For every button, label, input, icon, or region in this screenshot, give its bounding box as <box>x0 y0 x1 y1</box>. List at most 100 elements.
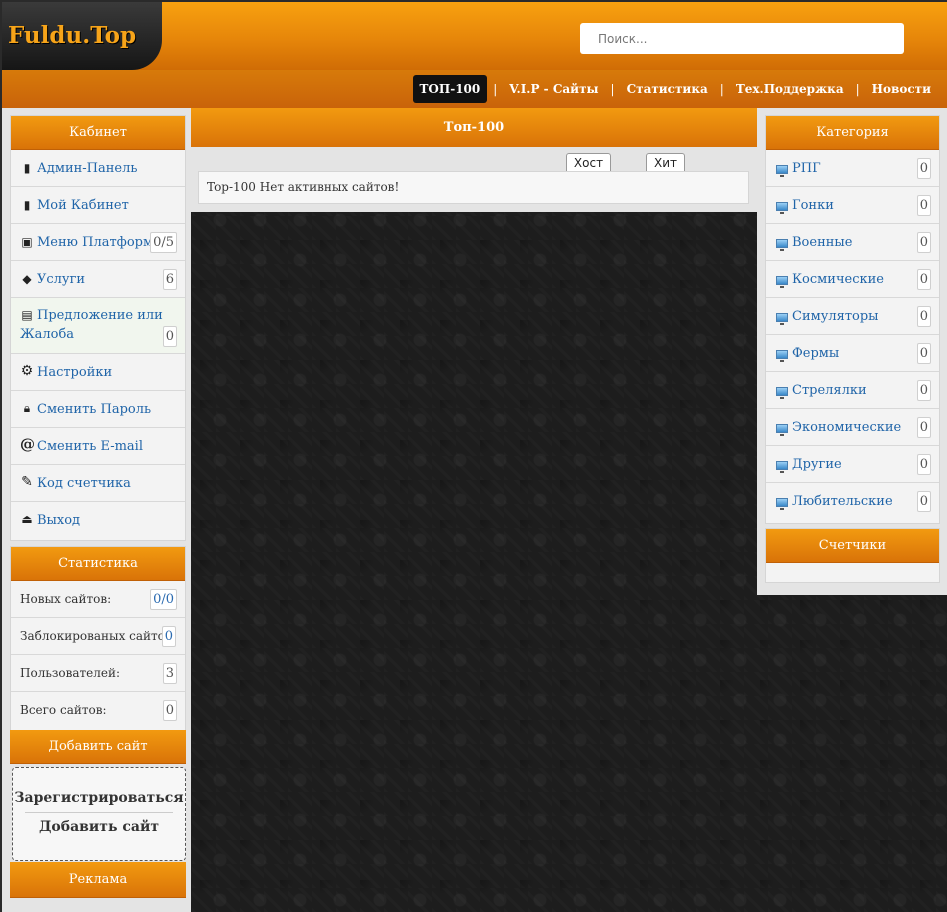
category-count: 0 <box>916 343 931 364</box>
stat-label: Пользователей: <box>20 666 121 680</box>
cabinet-title: Кабинет <box>11 116 185 150</box>
ads-title: Реклама <box>10 862 186 898</box>
menu-change-password[interactable]: 🔒︎ Сменить Пароль <box>11 391 185 428</box>
category-count: 0 <box>916 491 931 512</box>
nav-separator: | <box>610 82 615 96</box>
menu-services[interactable]: ◆ Услуги 6 <box>11 261 185 298</box>
nav-separator: | <box>493 82 498 96</box>
stat-label: Новых сайтов: <box>20 592 112 606</box>
logo-text[interactable]: Fuldu.Top <box>8 22 136 49</box>
category-count: 0 <box>916 158 931 179</box>
lock-icon: 🔒︎ <box>23 401 31 415</box>
statistics-title: Статистика <box>11 547 185 581</box>
menu-label[interactable]: Предложение или <box>37 308 163 323</box>
category-title: Категория <box>766 116 939 150</box>
menu-label[interactable]: Выход <box>37 513 80 528</box>
monitor-icon <box>776 421 790 436</box>
monitor-icon <box>776 273 790 288</box>
menu-label[interactable]: Сменить E-mail <box>37 439 143 454</box>
menu-label[interactable]: Сменить Пароль <box>37 402 151 417</box>
menu-platforms[interactable]: ▣ Меню Платформ 0/5 <box>11 224 185 261</box>
menu-label[interactable]: Админ-Панель <box>37 161 137 176</box>
nav-support[interactable]: Тех.Поддержка <box>730 75 850 103</box>
add-site-title: Добавить сайт <box>10 730 186 764</box>
category-label[interactable]: Космические <box>792 272 884 287</box>
category-rpg[interactable]: РПГ 0 <box>766 150 939 187</box>
register-link[interactable]: Зарегистрироваться <box>13 790 185 806</box>
category-label[interactable]: Любительские <box>792 494 893 509</box>
menu-settings[interactable]: ⚙ Настройки <box>11 354 185 391</box>
search-input[interactable] <box>580 23 904 54</box>
counters-title: Счетчики <box>766 529 939 563</box>
category-space[interactable]: Космические 0 <box>766 261 939 298</box>
gear-icon: ⚙ <box>20 363 34 379</box>
counters-block: Счетчики <box>765 528 940 583</box>
menu-label-line2[interactable]: Жалоба <box>20 327 74 342</box>
monitor-icon <box>776 458 790 473</box>
monitor-icon <box>776 162 790 177</box>
nav-vip-sites[interactable]: V.I.P - Сайты <box>503 75 604 103</box>
category-other[interactable]: Другие 0 <box>766 446 939 483</box>
category-label[interactable]: Другие <box>792 457 842 472</box>
category-label[interactable]: Экономические <box>792 420 901 435</box>
category-count: 0 <box>916 232 931 253</box>
column-host[interactable]: Хост <box>566 153 611 173</box>
category-label[interactable]: Военные <box>792 235 852 250</box>
chat-icon: ▤ <box>21 308 33 322</box>
nav-separator: | <box>855 82 860 96</box>
category-military[interactable]: Военные 0 <box>766 224 939 261</box>
menu-label[interactable]: Код счетчика <box>37 476 131 491</box>
menu-logout[interactable]: ⏏ Выход <box>11 502 185 539</box>
category-count: 0 <box>916 417 931 438</box>
stat-value: 3 <box>162 663 177 684</box>
add-site-header: Добавить сайт <box>10 730 186 764</box>
category-economic[interactable]: Экономические 0 <box>766 409 939 446</box>
nav-top100[interactable]: ТОП-100 <box>412 75 488 103</box>
category-label[interactable]: Стрелялки <box>792 383 867 398</box>
column-hit[interactable]: Хит <box>646 153 685 173</box>
monitor-icon <box>776 347 790 362</box>
platforms-count: 0/5 <box>150 232 177 253</box>
stat-users: Пользователей: 3 <box>11 655 185 692</box>
menu-label[interactable]: Меню Платформ <box>37 235 153 250</box>
menu-label[interactable]: Услуги <box>37 272 85 287</box>
nav-news[interactable]: Новости <box>866 75 937 103</box>
category-farms[interactable]: Фермы 0 <box>766 335 939 372</box>
category-amateur[interactable]: Любительские 0 <box>766 483 939 520</box>
category-label[interactable]: Гонки <box>792 198 834 213</box>
ads-block: Реклама <box>10 862 186 898</box>
monitor-icon <box>776 384 790 399</box>
category-count: 0 <box>916 306 931 327</box>
category-racing[interactable]: Гонки 0 <box>766 187 939 224</box>
statistics-block: Статистика Новых сайтов: 0/0 Заблокирова… <box>10 546 186 731</box>
menu-label[interactable]: Мой Кабинет <box>37 198 129 213</box>
left-sidebar: Кабинет ▮ Админ-Панель ▮ Мой Кабинет ▣ М… <box>0 108 191 912</box>
exit-icon: ⏏ <box>21 512 33 526</box>
menu-my-cabinet[interactable]: ▮ Мой Кабинет <box>11 187 185 224</box>
services-count: 6 <box>162 269 177 290</box>
menu-change-email[interactable]: @ Сменить E-mail <box>11 428 185 465</box>
category-label[interactable]: Фермы <box>792 346 839 361</box>
menu-admin-panel[interactable]: ▮ Админ-Панель <box>11 150 185 187</box>
logo[interactable]: Fuldu.Top <box>2 2 162 70</box>
menu-label[interactable]: Настройки <box>37 365 112 380</box>
menu-counter-code[interactable]: ✎ Код счетчика <box>11 465 185 502</box>
stat-value: 0/0 <box>150 589 177 610</box>
category-simulators[interactable]: Симуляторы 0 <box>766 298 939 335</box>
category-label[interactable]: Симуляторы <box>792 309 879 324</box>
add-site-box: Зарегистрироваться Добавить сайт <box>12 767 186 861</box>
pencil-icon: ✎ <box>21 474 33 490</box>
feedback-count: 0 <box>162 326 177 347</box>
nav-statistics[interactable]: Статистика <box>621 75 714 103</box>
stat-total-sites: Всего сайтов: 0 <box>11 692 185 729</box>
menu-feedback[interactable]: ▤ Предложение или Жалоба 0 <box>11 298 185 354</box>
stat-blocked-sites: Заблокированых сайтов: 0 <box>11 618 185 655</box>
monitor-icon <box>776 199 790 214</box>
site-header: Fuldu.Top <box>0 0 947 70</box>
stat-new-sites: Новых сайтов: 0/0 <box>11 581 185 618</box>
add-site-link[interactable]: Добавить сайт <box>13 819 185 835</box>
category-shooters[interactable]: Стрелялки 0 <box>766 372 939 409</box>
category-label[interactable]: РПГ <box>792 161 821 176</box>
stat-value: 0 <box>162 700 177 721</box>
top-nav: ТОП-100 | V.I.P - Сайты | Статистика | Т… <box>0 70 947 108</box>
